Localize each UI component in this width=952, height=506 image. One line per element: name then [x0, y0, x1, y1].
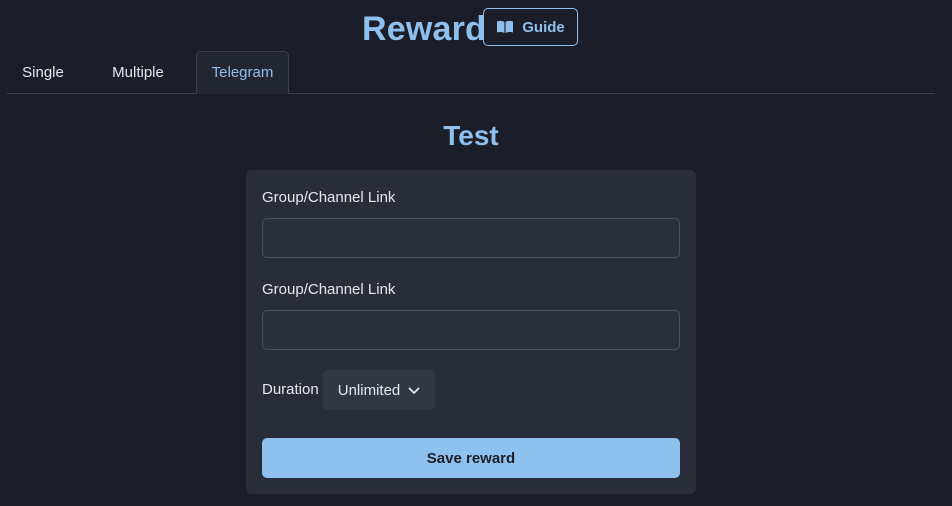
- guide-button-label: Guide: [522, 18, 565, 36]
- duration-selected-value: Unlimited: [337, 381, 401, 399]
- reward-form-card: Group/Channel Link Group/Channel Link Du…: [246, 170, 696, 494]
- group-channel-link-input[interactable]: [262, 218, 680, 258]
- page-title: Reward: [362, 10, 487, 48]
- chevron-down-icon: [408, 382, 420, 399]
- duration-label: Duration: [262, 381, 319, 398]
- group-channel-link-input-2[interactable]: [262, 310, 680, 350]
- tab-single[interactable]: Single: [7, 51, 79, 93]
- duration-select[interactable]: Unlimited: [323, 370, 435, 410]
- group-channel-link-label: Group/Channel Link: [262, 189, 396, 206]
- tab-bar: Single Multiple Telegram: [7, 51, 935, 94]
- save-reward-button[interactable]: Save reward: [262, 438, 680, 478]
- header: Reward Guide: [0, 8, 952, 48]
- guide-button[interactable]: Guide: [483, 8, 578, 46]
- tab-multiple[interactable]: Multiple: [99, 51, 177, 93]
- book-open-icon: [496, 20, 514, 34]
- tab-telegram[interactable]: Telegram: [196, 51, 289, 94]
- section-title: Test: [443, 120, 499, 151]
- group-channel-link-label-2: Group/Channel Link: [262, 281, 396, 298]
